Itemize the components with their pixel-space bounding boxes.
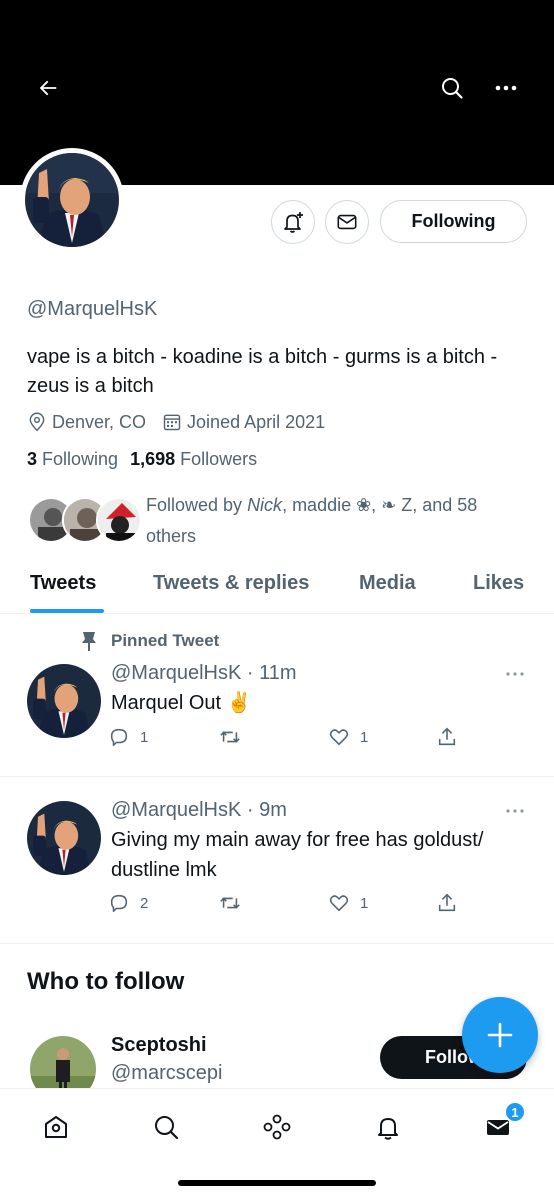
location-pin-icon (29, 412, 45, 432)
tweet-actions: 1 1 (108, 726, 528, 756)
reply-button[interactable]: 2 (108, 892, 148, 914)
follower-avatar (96, 497, 142, 543)
tweet[interactable]: Pinned Tweet @MarquelHsK · 11m Marquel O… (0, 614, 554, 777)
avatar-image (25, 153, 119, 247)
share-button[interactable] (436, 726, 468, 748)
notifications-icon (378, 1118, 398, 1140)
compose-tweet-button[interactable] (462, 997, 538, 1073)
followed-by-avatars (28, 490, 142, 543)
back-button[interactable] (30, 70, 66, 106)
following-label: Following (42, 449, 119, 469)
home-indicator[interactable] (178, 1180, 376, 1186)
nav-notifications[interactable] (368, 1107, 408, 1147)
joined-text: Joined April 2021 (187, 411, 326, 432)
profile-avatar[interactable] (20, 148, 124, 252)
followed-by[interactable]: Followed by Nick, maddie ❀, ❧ Z, and 58 … (28, 490, 477, 546)
pinned-label: Pinned Tweet (80, 630, 219, 652)
tweet-time: · 9m (246, 799, 287, 821)
tab-tweets[interactable]: Tweets (30, 572, 96, 595)
like-count: 1 (360, 894, 369, 912)
active-tab-indicator (30, 609, 104, 613)
tweet-handle[interactable]: @MarquelHsK (111, 662, 241, 684)
profile-handle: @MarquelHsK (27, 298, 158, 320)
tweet-handle[interactable]: @MarquelHsK (111, 799, 241, 821)
tweet-text: Marquel Out ✌️ (111, 692, 252, 714)
tweet-header: @MarquelHsK · 9m (111, 799, 287, 822)
search-icon (155, 1116, 179, 1140)
followed-by-prefix: Followed by (146, 495, 248, 515)
envelope-icon (337, 214, 357, 230)
suggested-user-handle: @marcscepi (111, 1062, 223, 1084)
share-button[interactable] (436, 892, 468, 914)
follow-counts: 3 Following 1,698 Followers (27, 449, 269, 470)
followed-by-name: Nick (247, 495, 283, 515)
tweet-avatar[interactable] (27, 801, 101, 875)
tab-likes[interactable]: Likes (473, 572, 524, 595)
home-icon (45, 1116, 67, 1138)
messages-badge: 1 (504, 1101, 526, 1123)
followed-by-text: Followed by Nick, maddie ❀, ❧ Z, and 58 … (146, 490, 526, 552)
location: Denver, CO (27, 412, 146, 433)
tab-media[interactable]: Media (359, 572, 416, 595)
suggested-user-name[interactable]: Sceptoshi (111, 1034, 207, 1057)
tweet-time: · 11m (246, 662, 297, 684)
nav-spaces[interactable] (257, 1107, 297, 1147)
profile-bio: vape is a bitch - koadine is a bitch - g… (27, 346, 498, 397)
more-horizontal-icon[interactable] (505, 806, 525, 816)
reply-icon (110, 894, 128, 913)
like-button[interactable]: 1 (328, 892, 368, 914)
followers-label: Followers (180, 449, 258, 469)
search-button[interactable] (434, 70, 470, 106)
following-count: 3 (27, 449, 38, 469)
who-to-follow-title: Who to follow (27, 968, 185, 995)
location-text: Denver, CO (52, 411, 147, 432)
reply-count: 2 (140, 894, 149, 912)
calendar-icon (163, 414, 181, 431)
retweet-icon (220, 731, 240, 743)
retweet-button[interactable] (218, 726, 252, 748)
like-button[interactable]: 1 (328, 726, 368, 748)
followers-count: 1,698 (130, 449, 176, 469)
heart-icon (329, 729, 349, 746)
retweet-icon (220, 897, 240, 909)
reply-count: 1 (140, 728, 149, 746)
tweet-avatar[interactable] (27, 664, 101, 738)
tweet-text: Giving my main away for free has goldust… (111, 829, 484, 881)
nav-home[interactable] (36, 1107, 76, 1147)
message-button[interactable] (325, 200, 369, 244)
share-icon (438, 893, 456, 912)
bell-plus-icon (284, 212, 303, 233)
heart-icon (329, 895, 349, 912)
more-horizontal-icon (495, 85, 517, 91)
nav-search[interactable] (146, 1107, 186, 1147)
following-button[interactable]: Following (380, 200, 527, 243)
tab-tweets-replies[interactable]: Tweets & replies (153, 572, 309, 595)
profile-tabs: Tweets Tweets & replies Media Likes (0, 560, 554, 614)
reply-icon (110, 728, 128, 747)
following-count-link[interactable]: 3 Following (27, 449, 118, 470)
search-icon (442, 78, 463, 99)
spaces-icon (263, 1114, 291, 1140)
tweet-actions: 2 1 (108, 892, 528, 922)
joined-date: Joined April 2021 (162, 412, 325, 433)
tweet[interactable]: @MarquelHsK · 9m Giving my main away for… (0, 777, 554, 944)
pinned-text: Pinned Tweet (111, 631, 220, 650)
more-horizontal-icon[interactable] (505, 669, 525, 679)
pin-icon (82, 632, 96, 651)
like-count: 1 (360, 728, 369, 746)
retweet-button[interactable] (218, 892, 252, 914)
followers-count-link[interactable]: 1,698 Followers (130, 449, 257, 470)
tweet-header: @MarquelHsK · 11m (111, 662, 297, 685)
profile-meta: Denver, CO Joined April 2021 (27, 408, 341, 436)
nav-messages[interactable]: 1 (478, 1101, 526, 1147)
more-button[interactable] (488, 70, 524, 106)
notification-subscribe-button[interactable] (271, 200, 315, 244)
share-icon (438, 727, 456, 746)
arrow-left-icon (39, 80, 57, 96)
plus-icon (487, 1022, 513, 1048)
reply-button[interactable]: 1 (108, 726, 148, 748)
